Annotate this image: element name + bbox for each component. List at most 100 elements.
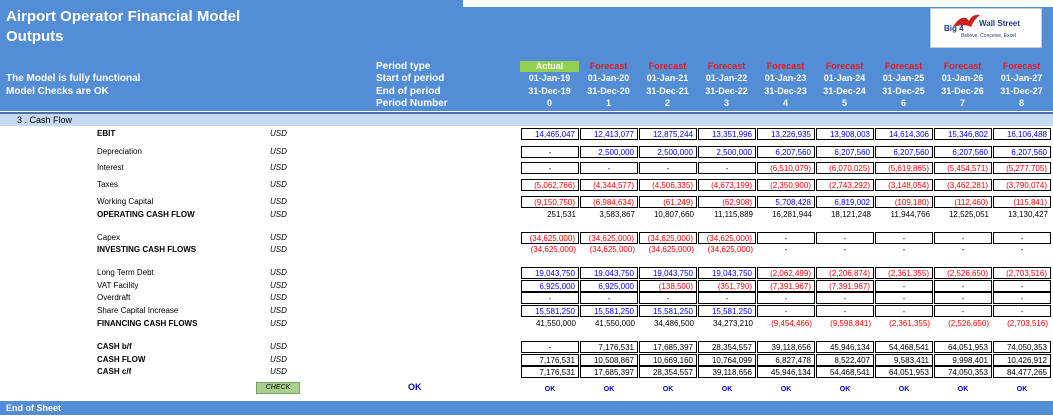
table-cell[interactable]: 28,354,557 <box>639 366 697 378</box>
table-cell[interactable]: - <box>521 146 579 158</box>
table-cell[interactable]: (138,500) <box>639 280 697 292</box>
table-cell[interactable]: 3,583,867 <box>580 209 638 221</box>
table-cell[interactable]: 34,486,500 <box>639 318 697 330</box>
table-cell[interactable]: - <box>521 341 579 353</box>
table-cell[interactable]: 64,051,953 <box>875 366 933 378</box>
table-cell[interactable]: (62,908) <box>698 196 756 208</box>
table-cell[interactable]: - <box>698 162 756 174</box>
table-cell[interactable]: 15,581,250 <box>580 305 638 317</box>
table-cell[interactable]: (3,790,074) <box>993 179 1051 191</box>
table-cell[interactable]: (3,148,054) <box>875 179 933 191</box>
table-cell[interactable]: 14,614,306 <box>875 128 933 140</box>
table-cell[interactable]: (34,625,000) <box>639 232 697 244</box>
table-cell[interactable]: 19,043,750 <box>521 267 579 279</box>
table-cell[interactable]: (2,062,499) <box>757 267 815 279</box>
table-cell[interactable]: 19,043,750 <box>639 267 697 279</box>
table-cell[interactable]: 17,685,397 <box>580 366 638 378</box>
table-cell[interactable]: - <box>993 280 1051 292</box>
table-cell[interactable]: (2,526,650) <box>934 267 992 279</box>
table-cell[interactable]: 10,764,099 <box>698 354 756 366</box>
table-cell[interactable]: 54,468,541 <box>875 341 933 353</box>
table-cell[interactable]: (5,062,766) <box>521 179 579 191</box>
table-cell[interactable]: - <box>757 232 815 244</box>
table-cell[interactable]: (4,344,577) <box>580 179 638 191</box>
table-cell[interactable]: - <box>698 292 756 304</box>
table-cell[interactable]: 2,500,000 <box>639 146 697 158</box>
table-cell[interactable]: 251,531 <box>521 209 579 221</box>
table-cell[interactable]: 10,426,912 <box>993 354 1051 366</box>
table-cell[interactable]: 6,925,000 <box>521 280 579 292</box>
table-cell[interactable]: - <box>521 162 579 174</box>
table-cell[interactable]: 7,176,531 <box>521 354 579 366</box>
table-cell[interactable]: (9,150,750) <box>521 196 579 208</box>
table-cell[interactable]: 12,875,244 <box>639 128 697 140</box>
table-cell[interactable]: 74,050,353 <box>934 366 992 378</box>
table-cell[interactable]: (2,743,292) <box>816 179 874 191</box>
table-cell[interactable]: - <box>934 292 992 304</box>
table-cell[interactable]: (9,454,466) <box>757 318 815 330</box>
table-cell[interactable]: (2,350,900) <box>757 179 815 191</box>
table-cell[interactable]: 6,925,000 <box>580 280 638 292</box>
table-cell[interactable]: 8,522,407 <box>816 354 874 366</box>
table-cell[interactable]: (2,361,355) <box>875 318 933 330</box>
table-cell[interactable]: (6,070,025) <box>816 162 874 174</box>
table-cell[interactable]: 7,176,531 <box>521 366 579 378</box>
table-cell[interactable]: (34,625,000) <box>698 244 756 256</box>
table-cell[interactable]: (115,841) <box>993 196 1051 208</box>
table-cell[interactable]: (6,984,634) <box>580 196 638 208</box>
table-cell[interactable]: - <box>757 305 815 317</box>
table-cell[interactable]: 12,413,077 <box>580 128 638 140</box>
table-cell[interactable]: (34,625,000) <box>521 244 579 256</box>
table-cell[interactable]: 18,121,248 <box>816 209 874 221</box>
table-cell[interactable]: 6,819,002 <box>816 196 874 208</box>
table-cell[interactable]: (61,249) <box>639 196 697 208</box>
check-button[interactable]: CHECK <box>256 382 300 394</box>
table-cell[interactable]: - <box>580 162 638 174</box>
table-cell[interactable]: 64,051,953 <box>934 341 992 353</box>
table-cell[interactable]: 7,176,531 <box>580 341 638 353</box>
table-cell[interactable]: 41,550,000 <box>521 318 579 330</box>
table-cell[interactable]: 10,669,160 <box>639 354 697 366</box>
table-cell[interactable]: - <box>934 244 992 256</box>
table-cell[interactable]: (9,598,841) <box>816 318 874 330</box>
table-cell[interactable]: (4,506,335) <box>639 179 697 191</box>
table-cell[interactable]: 16,281,944 <box>757 209 815 221</box>
table-cell[interactable]: 84,477,265 <box>993 366 1051 378</box>
table-cell[interactable]: 15,581,250 <box>698 305 756 317</box>
table-cell[interactable]: (6,510,079) <box>757 162 815 174</box>
table-cell[interactable]: 19,043,750 <box>698 267 756 279</box>
table-cell[interactable]: 15,581,250 <box>521 305 579 317</box>
table-cell[interactable]: 14,465,047 <box>521 128 579 140</box>
table-cell[interactable]: - <box>639 292 697 304</box>
table-cell[interactable]: 5,708,428 <box>757 196 815 208</box>
table-cell[interactable]: 6,207,560 <box>875 146 933 158</box>
table-cell[interactable]: - <box>993 232 1051 244</box>
table-cell[interactable]: 16,106,488 <box>993 128 1051 140</box>
table-cell[interactable]: (5,619,865) <box>875 162 933 174</box>
table-cell[interactable]: (2,703,516) <box>993 318 1051 330</box>
table-cell[interactable]: (34,625,000) <box>698 232 756 244</box>
table-cell[interactable]: (112,460) <box>934 196 992 208</box>
table-cell[interactable]: - <box>816 232 874 244</box>
table-cell[interactable]: 2,500,000 <box>580 146 638 158</box>
table-cell[interactable]: 11,115,889 <box>698 209 756 221</box>
table-cell[interactable]: 45,946,134 <box>757 366 815 378</box>
table-cell[interactable]: (2,361,355) <box>875 267 933 279</box>
table-cell[interactable]: 13,226,935 <box>757 128 815 140</box>
table-cell[interactable]: (3,462,281) <box>934 179 992 191</box>
table-cell[interactable]: (351,790) <box>698 280 756 292</box>
table-cell[interactable]: (5,277,705) <box>993 162 1051 174</box>
table-cell[interactable]: - <box>934 305 992 317</box>
table-cell[interactable]: - <box>993 244 1051 256</box>
table-cell[interactable]: - <box>934 232 992 244</box>
table-cell[interactable]: - <box>875 232 933 244</box>
table-cell[interactable]: 6,207,560 <box>757 146 815 158</box>
table-cell[interactable]: - <box>816 305 874 317</box>
table-cell[interactable]: - <box>757 244 815 256</box>
table-cell[interactable]: (2,526,650) <box>934 318 992 330</box>
table-cell[interactable]: 11,944,766 <box>875 209 933 221</box>
table-cell[interactable]: (34,625,000) <box>580 232 638 244</box>
table-cell[interactable]: (2,703,516) <box>993 267 1051 279</box>
table-cell[interactable]: 74,050,353 <box>993 341 1051 353</box>
table-cell[interactable]: 34,273,210 <box>698 318 756 330</box>
